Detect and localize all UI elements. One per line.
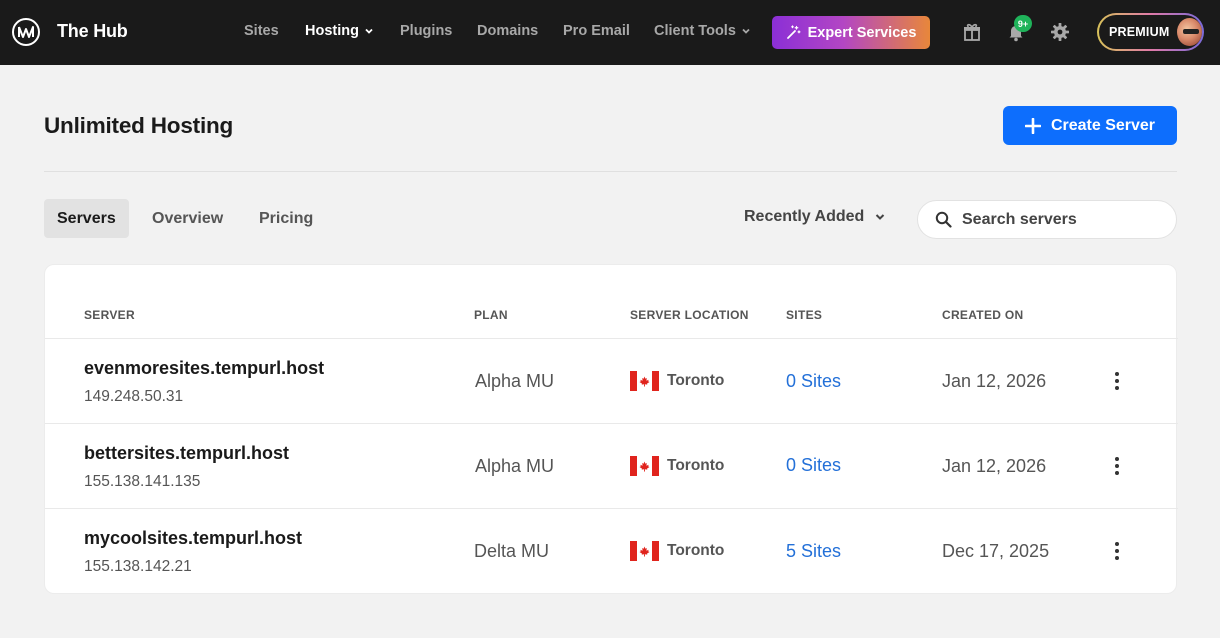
nav-item-label: Plugins <box>400 23 453 39</box>
expert-services-button[interactable]: Expert Services <box>772 16 930 49</box>
gear-icon[interactable] <box>1049 21 1071 43</box>
sites-count-link[interactable]: 0 Sites <box>786 371 841 392</box>
server-location: Toronto <box>630 456 724 476</box>
table-row[interactable]: bettersites.tempurl.host 155.138.141.135… <box>45 423 1178 508</box>
server-ip: 155.138.142.21 <box>84 558 192 575</box>
nav-item-client-tools[interactable]: Client Tools <box>654 23 751 39</box>
sort-label: Recently Added <box>744 208 865 225</box>
server-plan: Delta MU <box>474 541 550 561</box>
header-divider <box>44 171 1177 172</box>
server-ip: 155.138.141.135 <box>84 473 201 490</box>
nav-item-label: Domains <box>477 23 539 39</box>
canada-flag-icon <box>630 541 659 561</box>
nav-item-label: Sites <box>244 23 279 39</box>
created-date: Dec 17, 2025 <box>942 541 1050 561</box>
more-options-icon[interactable] <box>1106 455 1128 477</box>
gift-icon[interactable] <box>961 21 983 43</box>
server-plan: Alpha MU <box>475 371 555 391</box>
expert-services-label: Expert Services <box>807 24 917 41</box>
column-header-server: SERVER <box>84 308 135 322</box>
column-header-location: SERVER LOCATION <box>630 308 749 322</box>
server-name[interactable]: evenmoresites.tempurl.host <box>84 358 324 379</box>
create-server-label: Create Server <box>1050 116 1156 134</box>
nav-item-label: Client Tools <box>654 23 736 39</box>
column-header-sites: SITES <box>786 308 823 322</box>
nav-item-label: Hosting <box>305 23 359 39</box>
notification-badge: 9+ <box>1014 15 1032 32</box>
search-icon <box>935 211 952 228</box>
search-input[interactable] <box>962 210 1162 229</box>
nav-item-domains[interactable]: Domains <box>477 23 538 39</box>
hub-logo-icon[interactable] <box>12 18 40 46</box>
chevron-down-icon <box>365 28 373 34</box>
tab-overview[interactable]: Overview <box>139 199 236 238</box>
premium-label: PREMIUM <box>1109 25 1170 39</box>
server-name[interactable]: bettersites.tempurl.host <box>84 443 289 464</box>
tab-pricing[interactable]: Pricing <box>246 199 326 238</box>
nav-item-plugins[interactable]: Plugins <box>400 23 452 39</box>
more-options-icon[interactable] <box>1106 370 1128 392</box>
nav-item-pro-email[interactable]: Pro Email <box>563 23 630 39</box>
app-name[interactable]: The Hub <box>57 21 128 42</box>
column-header-plan: PLAN <box>474 308 508 322</box>
server-location: Toronto <box>630 541 724 561</box>
premium-account-menu[interactable]: PREMIUM <box>1097 13 1204 51</box>
created-date: Jan 12, 2026 <box>942 371 1047 391</box>
canada-flag-icon <box>630 371 659 391</box>
servers-table: SERVER PLAN SERVER LOCATION SITES CREATE… <box>44 264 1178 594</box>
premium-pill-inner: PREMIUM <box>1099 15 1202 49</box>
chevron-down-icon <box>742 28 750 34</box>
table-row[interactable]: mycoolsites.tempurl.host 155.138.142.21 … <box>45 508 1178 593</box>
canada-flag-icon <box>630 456 659 476</box>
server-location: Toronto <box>630 371 724 391</box>
nav-item-sites[interactable]: Sites <box>244 23 279 39</box>
magic-wand-icon <box>786 25 801 39</box>
search-box <box>917 200 1177 239</box>
create-server-button[interactable]: Create Server <box>1003 106 1177 145</box>
created-date: Jan 12, 2026 <box>942 456 1047 476</box>
tab-servers[interactable]: Servers <box>44 199 129 238</box>
server-plan: Alpha MU <box>475 456 555 476</box>
table-row[interactable]: evenmoresites.tempurl.host 149.248.50.31… <box>45 338 1178 423</box>
page-title: Unlimited Hosting <box>44 113 234 138</box>
sites-count-link[interactable]: 0 Sites <box>786 455 841 476</box>
column-header-created: CREATED ON <box>942 308 1024 322</box>
location-label: Toronto <box>667 457 725 474</box>
avatar <box>1177 18 1202 46</box>
plus-icon <box>1024 117 1041 134</box>
top-nav-bar: The Hub Sites Hosting Plugins Domains Pr… <box>0 0 1220 65</box>
server-name[interactable]: mycoolsites.tempurl.host <box>84 528 302 549</box>
nav-item-hosting[interactable]: Hosting <box>305 23 374 39</box>
more-options-icon[interactable] <box>1106 540 1128 562</box>
chevron-down-icon <box>876 214 885 220</box>
server-ip: 149.248.50.31 <box>84 388 184 405</box>
location-label: Toronto <box>667 542 725 559</box>
sites-count-link[interactable]: 5 Sites <box>786 541 841 562</box>
sort-dropdown[interactable]: Recently Added <box>744 208 886 226</box>
nav-item-label: Pro Email <box>563 23 630 39</box>
location-label: Toronto <box>667 372 725 389</box>
